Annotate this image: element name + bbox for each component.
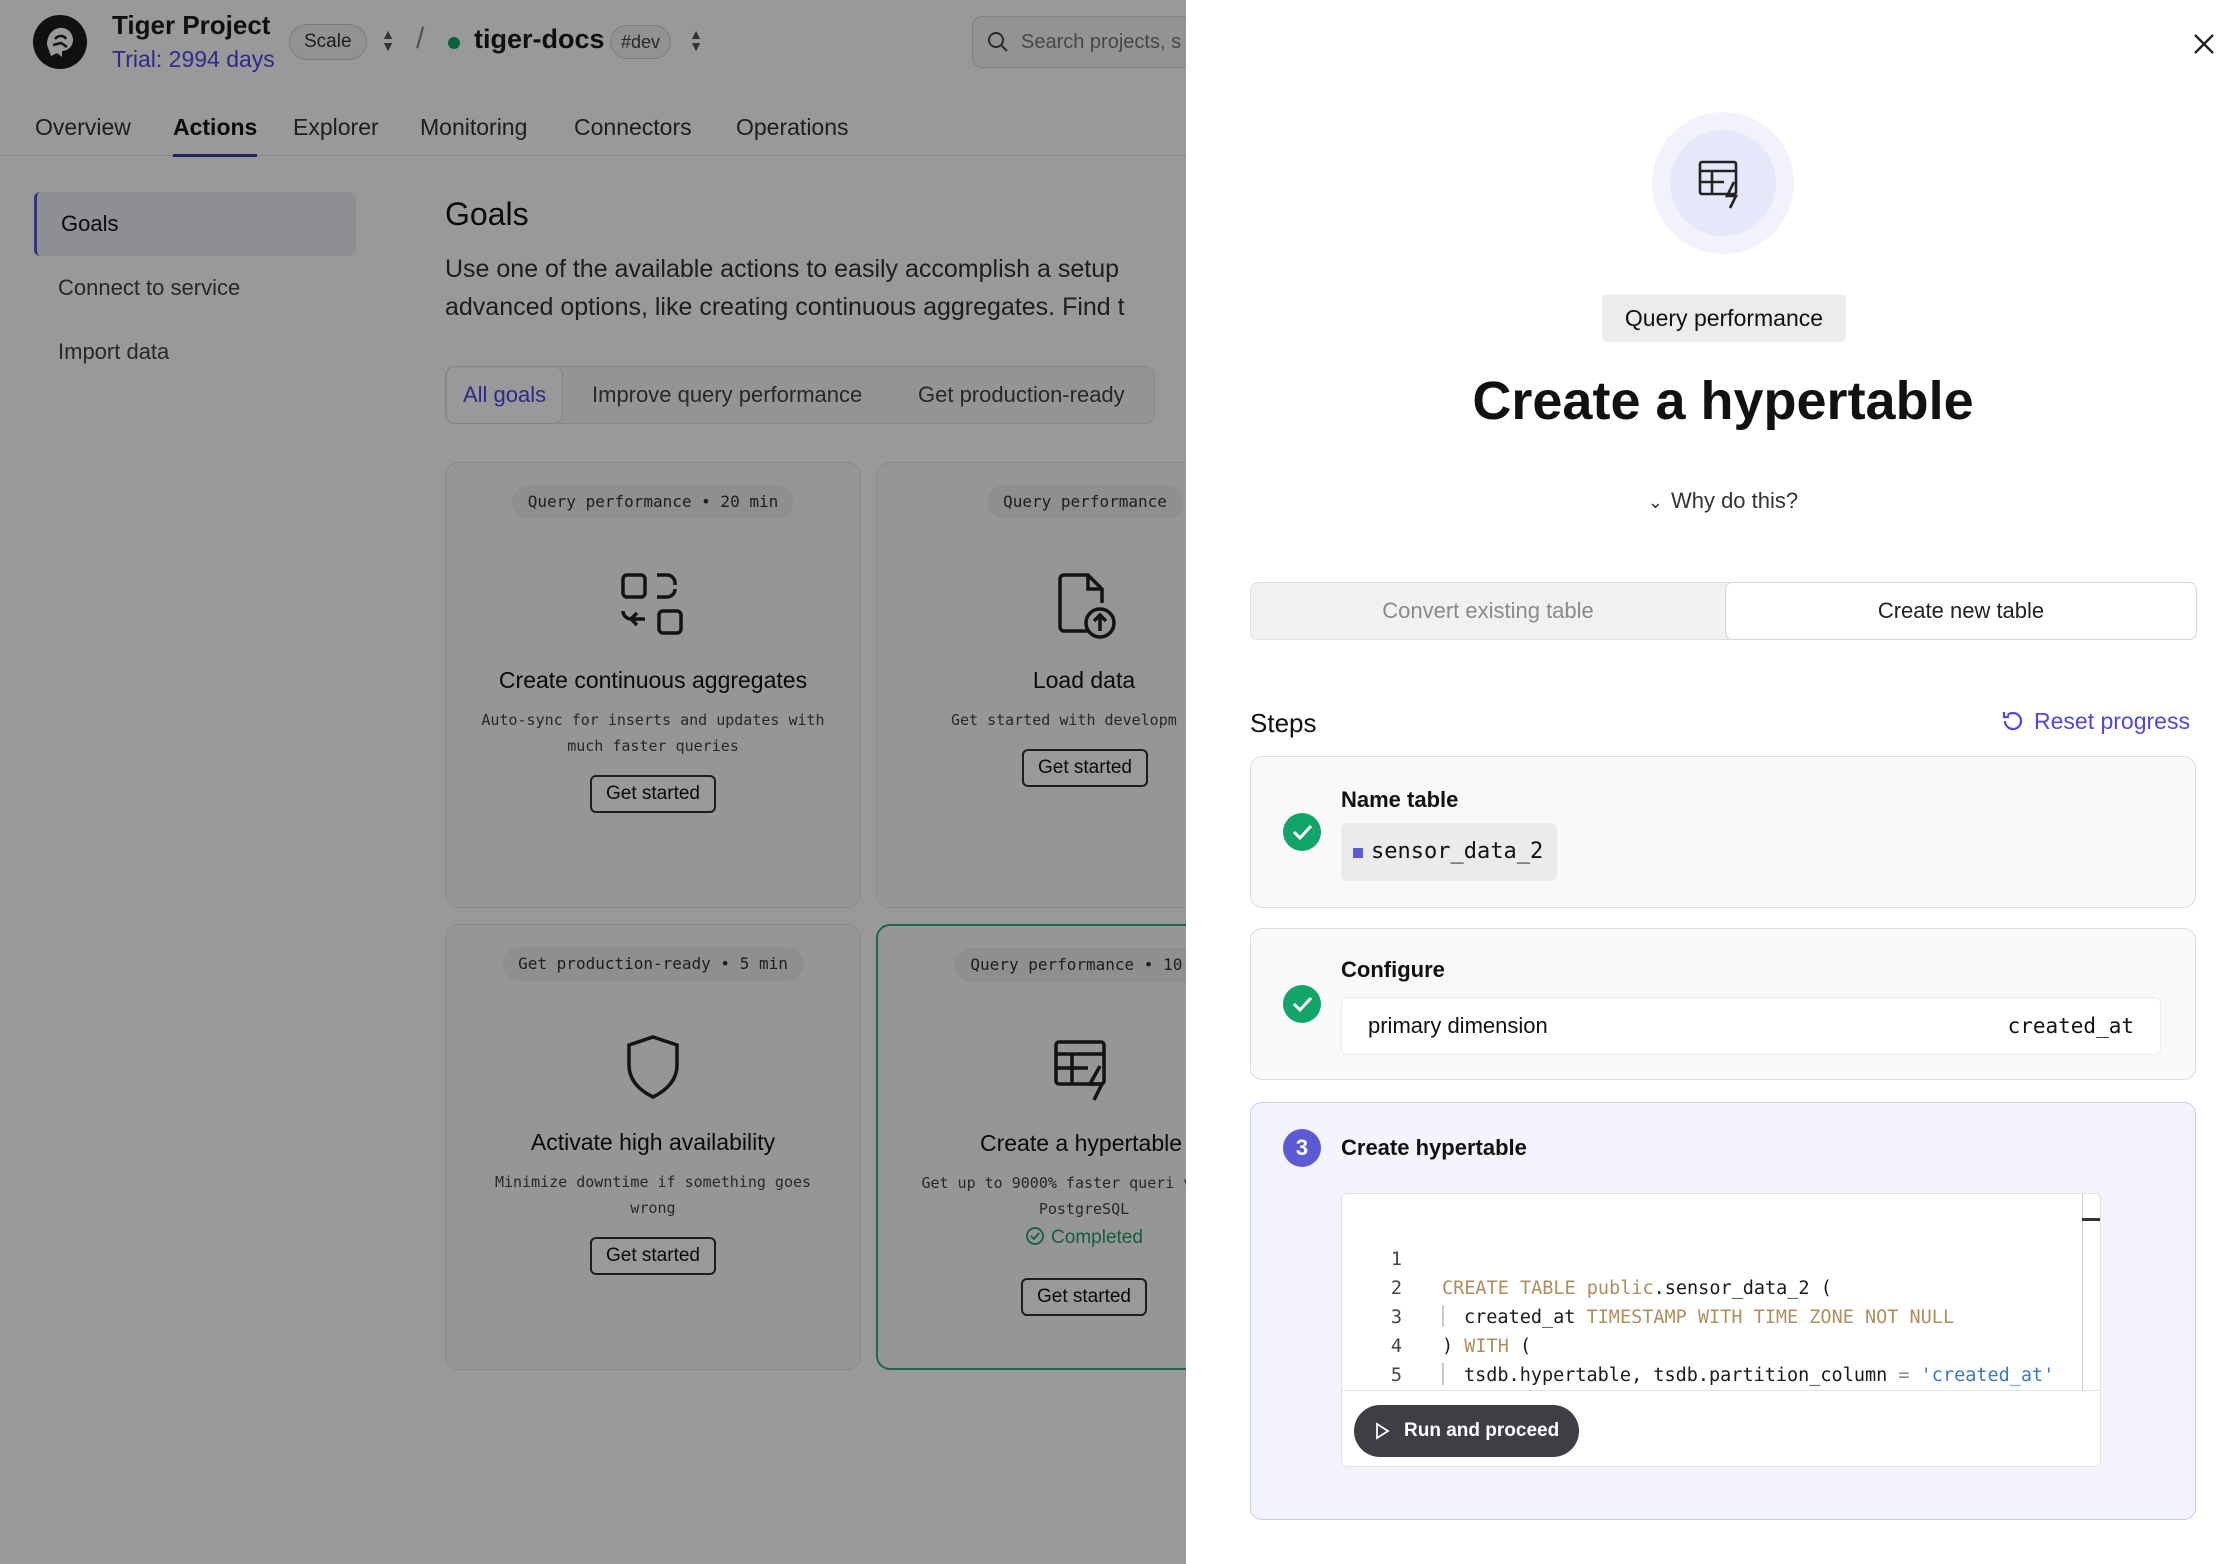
- step-title: Name table: [1341, 787, 1459, 812]
- step-complete-icon: [1283, 985, 1321, 1023]
- create-new-table-option[interactable]: Create new table: [1725, 582, 2197, 640]
- step-configure: Configure primary dimension created_at: [1250, 928, 2196, 1080]
- code-line: 2 created_at TIMESTAMP WITH TIME ZONE NO…: [1342, 1245, 2080, 1328]
- code-line: 5 );: [1342, 1332, 2080, 1415]
- table-name-value[interactable]: sensor_data_2: [1341, 823, 1558, 881]
- modal-backdrop[interactable]: [0, 0, 1186, 1564]
- sql-operator: =: [1898, 1365, 1910, 1386]
- close-icon[interactable]: [2190, 30, 2218, 58]
- step-name-table: Name table sensor_data_2: [1250, 756, 2196, 908]
- why-do-this-toggle[interactable]: ⌄ Why do this?: [1186, 488, 2240, 514]
- chevron-down-icon: ⌄: [1647, 492, 1663, 512]
- hero-badge: [1652, 112, 1794, 254]
- reset-icon: [2002, 711, 2023, 731]
- hypertable-icon: [1698, 160, 1739, 209]
- code-footer: Run and proceed: [1342, 1390, 2100, 1466]
- reset-progress-button[interactable]: Reset progress: [2000, 708, 2190, 735]
- line-number: 5: [1390, 1365, 1402, 1386]
- table-mode-toggle: Convert existing table Create new table: [1250, 582, 2197, 640]
- step-create-hypertable: 3 Create hypertable 1 CREATE TABLE publi…: [1250, 1102, 2196, 1520]
- why-label: Why do this?: [1670, 488, 1799, 513]
- reset-label: Reset progress: [2034, 708, 2190, 734]
- code-scroll-indicator: [2082, 1218, 2100, 1221]
- sql-text: tsdb.hypertable, tsdb.partition_column: [1464, 1365, 1888, 1386]
- config-row: primary dimension created_at: [1341, 997, 2161, 1055]
- code-line: 3 ) WITH (: [1342, 1274, 2080, 1357]
- code-line: 1 CREATE TABLE public.sensor_data_2 (: [1342, 1216, 2080, 1299]
- code-lines: 1 CREATE TABLE public.sensor_data_2 ( 2 …: [1342, 1216, 2080, 1415]
- category-badge: Query performance: [1602, 294, 1846, 342]
- drawer-title: Create a hypertable: [1472, 371, 1974, 431]
- goal-drawer: Query performance Create a hypertable ⌄ W…: [1186, 0, 2240, 1564]
- step-complete-icon: [1283, 813, 1321, 851]
- sql-string: 'created_at': [1920, 1365, 2055, 1386]
- step-number: 3: [1283, 1129, 1321, 1167]
- step-title: Configure: [1341, 957, 1445, 982]
- step-title: Create hypertable: [1341, 1135, 1527, 1160]
- code-line: 4 tsdb.hypertable, tsdb.partition_column…: [1342, 1303, 2080, 1386]
- run-label: Run and proceed: [1404, 1420, 1560, 1441]
- steps-heading: Steps: [1250, 708, 1317, 738]
- code-scrollbar[interactable]: [2082, 1194, 2083, 1390]
- convert-existing-table-option[interactable]: Convert existing table: [1251, 583, 1725, 639]
- play-icon: [1376, 1422, 1390, 1440]
- config-key: primary dimension: [1368, 1013, 1548, 1038]
- config-value: created_at: [2007, 1014, 2134, 1038]
- sql-code-editor[interactable]: 1 CREATE TABLE public.sensor_data_2 ( 2 …: [1341, 1193, 2101, 1467]
- run-and-proceed-button[interactable]: Run and proceed: [1354, 1405, 1580, 1457]
